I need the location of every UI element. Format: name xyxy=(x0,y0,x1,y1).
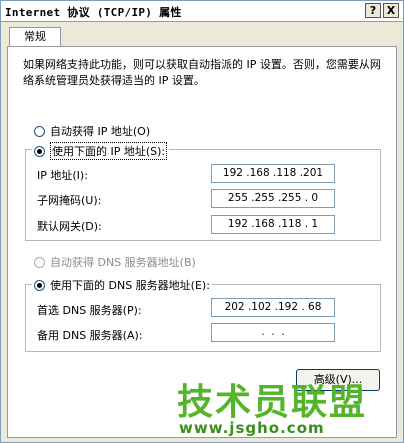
radio-auto-dns[interactable]: 自动获得 DNS 服务器地址(B) xyxy=(34,254,196,270)
window-title: Internet 协议 (TCP/IP) 属性 xyxy=(5,6,182,19)
subnet-mask-input[interactable]: 255 .255 .255 . 0 xyxy=(211,189,335,208)
radio-auto-dns-label: 自动获得 DNS 服务器地址(B) xyxy=(50,256,196,269)
default-gateway-label: 默认网关(D): xyxy=(37,220,102,233)
title-bar: Internet 协议 (TCP/IP) 属性 ? X xyxy=(1,1,403,22)
radio-manual-ip[interactable]: 使用下面的 IP 地址(S): xyxy=(32,142,170,160)
default-gateway-input[interactable]: 192 .168 .118 . 1 xyxy=(211,215,335,234)
ip-address-input[interactable]: 192 .168 .118 .201 xyxy=(211,164,335,183)
dialog-window: Internet 协议 (TCP/IP) 属性 ? X 常规 如果网络支持此功能… xyxy=(0,0,404,443)
help-button[interactable]: ? xyxy=(365,3,381,18)
radio-auto-ip[interactable]: 自动获得 IP 地址(O) xyxy=(34,123,150,139)
watermark-url: www.jsgho.com xyxy=(179,419,325,437)
subnet-mask-label: 子网掩码(U): xyxy=(37,194,102,207)
radio-auto-dns-indicator[interactable] xyxy=(34,256,45,268)
tab-general[interactable]: 常规 xyxy=(9,27,61,47)
alternate-dns-input[interactable]: . . . xyxy=(211,323,335,342)
radio-auto-ip-label: 自动获得 IP 地址(O) xyxy=(50,125,151,138)
radio-auto-ip-indicator[interactable] xyxy=(34,125,45,137)
description-text: 如果网络支持此功能，则可以获取自动指派的 IP 设置。否则，您需要从网络系统管理… xyxy=(23,58,381,87)
radio-manual-ip-label: 使用下面的 IP 地址(S): xyxy=(50,142,168,160)
radio-manual-dns-label: 使用下面的 DNS 服务器地址(E): xyxy=(50,279,210,292)
close-button[interactable]: X xyxy=(383,3,399,18)
watermark-logo-text: 技术员联盟 xyxy=(177,382,368,423)
alternate-dns-label: 备用 DNS 服务器(A): xyxy=(37,329,143,342)
radio-manual-ip-indicator[interactable] xyxy=(34,145,45,157)
radio-manual-dns[interactable]: 使用下面的 DNS 服务器地址(E): xyxy=(32,277,212,293)
preferred-dns-input[interactable]: 202 .102 .192 . 68 xyxy=(211,298,335,317)
radio-manual-dns-indicator[interactable] xyxy=(34,279,45,291)
ip-address-label: IP 地址(I): xyxy=(37,169,88,182)
preferred-dns-label: 首选 DNS 服务器(P): xyxy=(37,304,142,317)
